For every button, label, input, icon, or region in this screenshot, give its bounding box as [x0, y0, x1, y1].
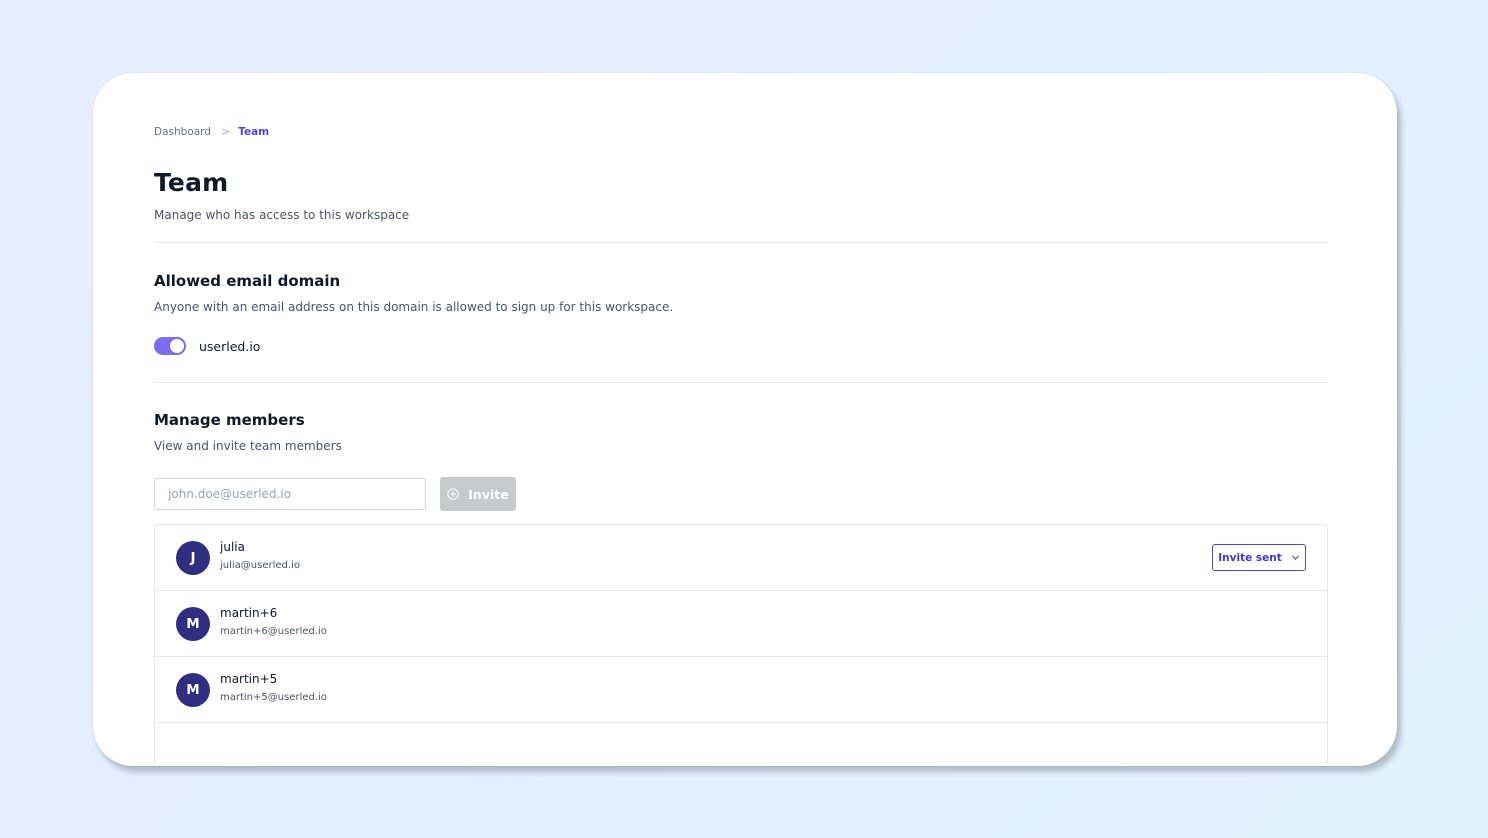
page-title: Team [154, 168, 229, 197]
chevron-down-icon [1291, 555, 1299, 560]
breadcrumb-item-team[interactable]: Team [238, 126, 269, 138]
chevron-right-icon: > [220, 125, 231, 138]
divider [154, 242, 1328, 243]
team-settings-card: Dashboard > Team Team Manage who has acc… [93, 73, 1397, 766]
email-domain-section-description: Anyone with an email address on this dom… [154, 300, 674, 314]
invite-status-dropdown[interactable]: Invite sent [1212, 544, 1306, 571]
breadcrumb: Dashboard > Team [154, 125, 269, 138]
invite-row: Invite [154, 477, 516, 511]
member-email: martin+5@userled.io [220, 692, 327, 703]
invite-button-label: Invite [468, 486, 509, 502]
member-email: martin+6@userled.io [220, 626, 327, 637]
domain-toggle-row: userled.io [154, 337, 260, 355]
plus-circle-icon [447, 488, 459, 500]
page-subtitle: Manage who has access to this workspace [154, 208, 410, 222]
domain-label: userled.io [199, 338, 261, 354]
members-section-description: View and invite team members [154, 439, 342, 453]
invite-status-label: Invite sent [1218, 551, 1282, 564]
members-section-title: Manage members [154, 411, 305, 429]
avatar: J [176, 541, 210, 575]
toggle-knob [170, 339, 184, 353]
member-email: julia@userled.io [220, 560, 300, 571]
member-row: M martin+6 martin+6@userled.io [155, 591, 1327, 657]
member-row: M martin+5 martin+5@userled.io [155, 657, 1327, 723]
member-name: julia [220, 540, 245, 554]
invite-email-input[interactable] [154, 478, 426, 510]
invite-button[interactable]: Invite [440, 477, 516, 511]
divider [154, 382, 1328, 383]
avatar: M [176, 607, 210, 641]
member-row: J julia julia@userled.io Invite sent [155, 525, 1327, 591]
breadcrumb-item-dashboard[interactable]: Dashboard [154, 126, 211, 138]
domain-toggle[interactable] [154, 337, 186, 355]
email-domain-section-title: Allowed email domain [154, 272, 341, 290]
member-name: martin+5 [220, 672, 278, 686]
members-list: J julia julia@userled.io Invite sent M m… [154, 524, 1328, 764]
avatar: M [176, 673, 210, 707]
member-name: martin+6 [220, 606, 278, 620]
